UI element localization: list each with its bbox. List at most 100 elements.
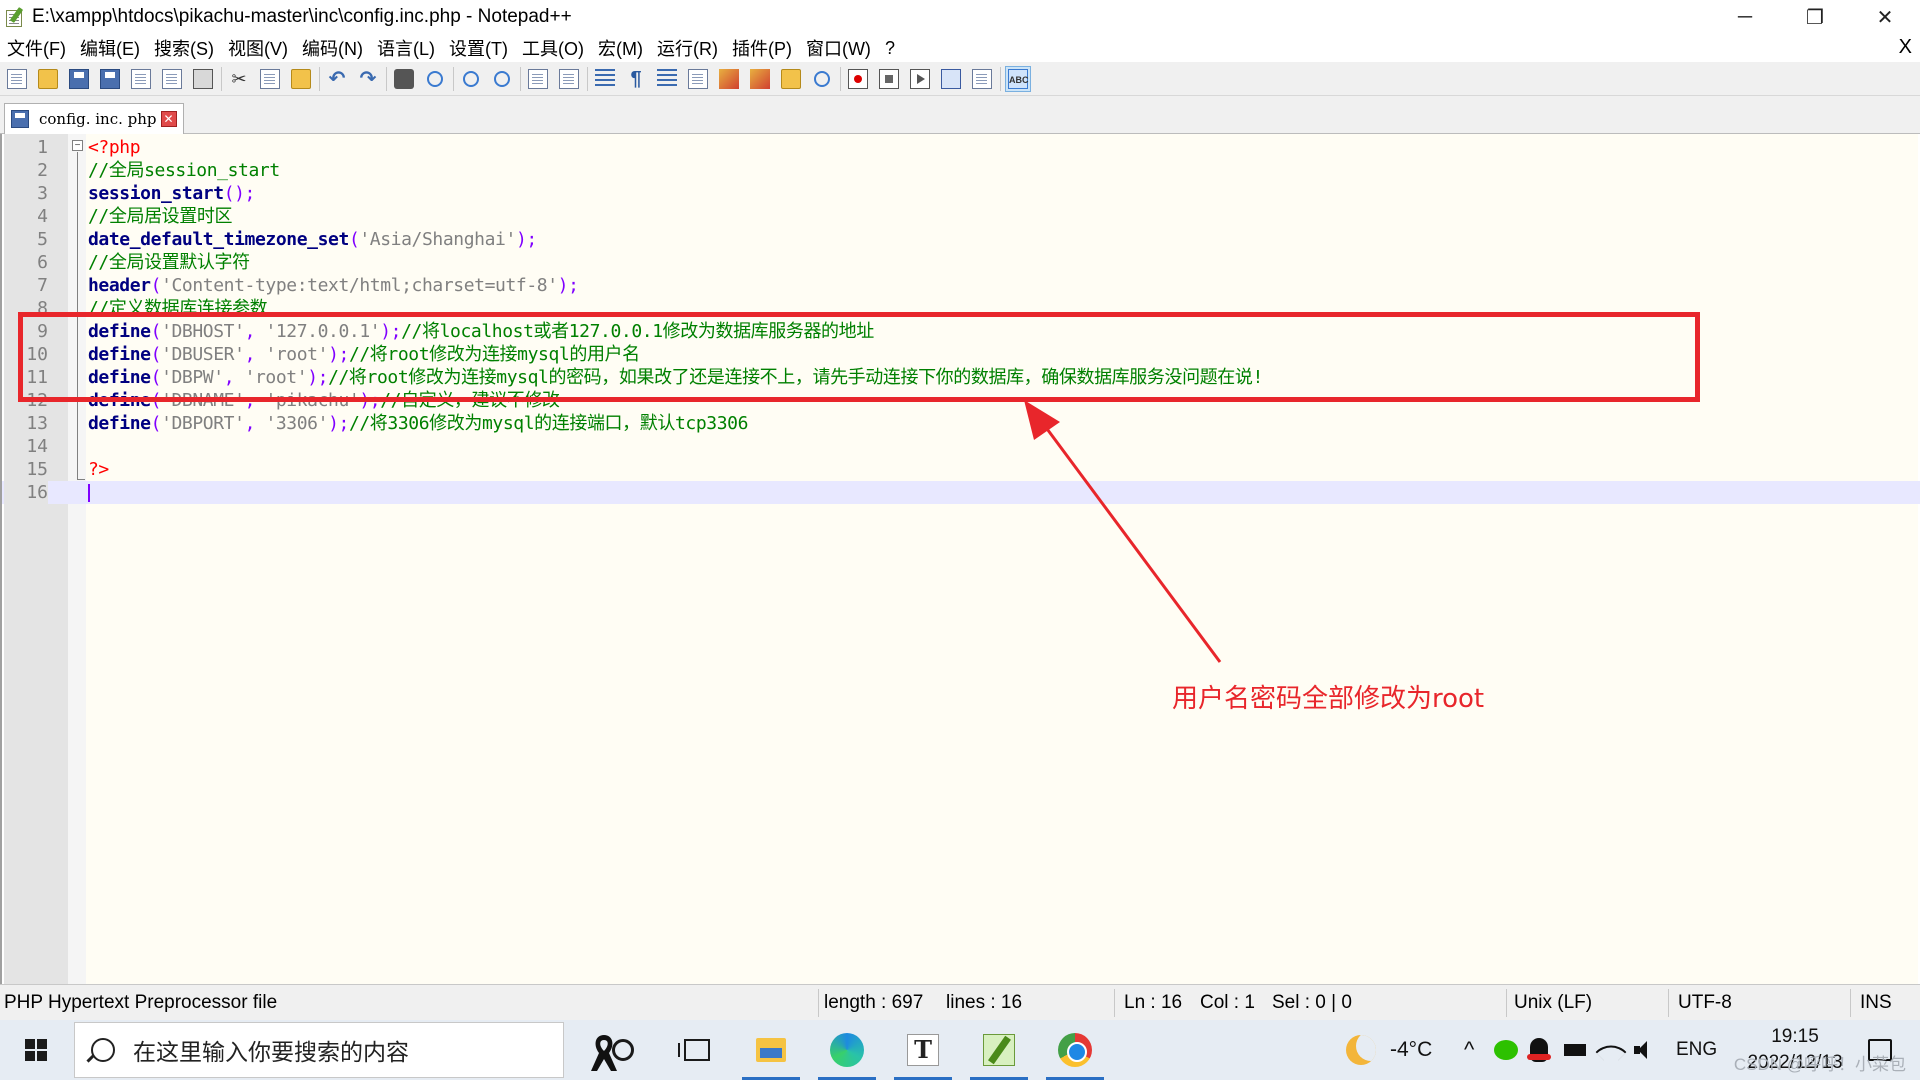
- paste-icon: [291, 68, 311, 89]
- menu-language[interactable]: 语言(L): [370, 35, 442, 61]
- menu-run[interactable]: 运行(R): [650, 35, 725, 61]
- zoom-out-button[interactable]: [489, 66, 515, 92]
- new-file-button[interactable]: [4, 66, 30, 92]
- edge-button[interactable]: [810, 1020, 884, 1080]
- folder-workspace-button[interactable]: [747, 66, 773, 92]
- wechat-tray-button[interactable]: [1494, 1020, 1518, 1080]
- code-text[interactable]: //全局设置默认字符: [88, 251, 250, 274]
- indent-guide-button[interactable]: [654, 66, 680, 92]
- tray-overflow-chevron-icon[interactable]: ^: [1464, 1020, 1474, 1080]
- close-window-button[interactable]: ✕: [1850, 0, 1920, 34]
- code-token: ,: [244, 413, 266, 434]
- menu-search[interactable]: 搜索(S): [147, 35, 221, 61]
- notepadpp-button[interactable]: [962, 1020, 1036, 1080]
- notepadpp-icon: [983, 1034, 1015, 1066]
- show-all-chars-button[interactable]: ¶: [623, 66, 649, 92]
- code-text[interactable]: //全局session_start: [88, 159, 280, 182]
- spell-check-button[interactable]: ABC: [1005, 65, 1031, 92]
- minimize-button[interactable]: ─: [1710, 0, 1780, 34]
- taskbar-search-box[interactable]: 在这里输入你要搜索的内容: [74, 1022, 617, 1078]
- code-text[interactable]: session_start();: [88, 182, 255, 205]
- tab-close-button[interactable]: ✕: [160, 111, 177, 127]
- play-macro-button[interactable]: [907, 66, 933, 92]
- code-line[interactable]: 5 date_default_timezone_set('Asia/Shangha…: [2, 228, 1920, 251]
- menu-window[interactable]: 窗口(W): [799, 35, 878, 61]
- code-line[interactable]: 2 //全局session_start: [2, 159, 1920, 182]
- code-line[interactable]: 3 session_start();: [2, 182, 1920, 205]
- wifi-button[interactable]: [1600, 1020, 1622, 1080]
- cortana-button[interactable]: [586, 1020, 660, 1080]
- sync-horizontal-button[interactable]: [556, 66, 582, 92]
- start-button[interactable]: [0, 1020, 72, 1080]
- menu-edit[interactable]: 编辑(E): [73, 35, 147, 61]
- menu-file[interactable]: 文件(F): [0, 35, 73, 61]
- code-line[interactable]: 1 <?php: [2, 136, 1920, 159]
- battery-button[interactable]: [1564, 1020, 1586, 1080]
- close-document-button[interactable]: X: [1899, 36, 1912, 59]
- sync-vertical-button[interactable]: [525, 66, 551, 92]
- find-button[interactable]: [391, 66, 417, 92]
- tab-config-inc-php[interactable]: config. inc. php ✕: [4, 103, 184, 134]
- menu-view[interactable]: 视图(V): [221, 35, 295, 61]
- save-all-button[interactable]: [97, 66, 123, 92]
- monitor-button[interactable]: [809, 66, 835, 92]
- undo-button[interactable]: ↶: [324, 66, 350, 92]
- record-macro-button[interactable]: [845, 66, 871, 92]
- input-language[interactable]: ENG: [1676, 1020, 1717, 1080]
- save-macro-button[interactable]: [969, 66, 995, 92]
- code-line[interactable]: 15 ?>: [2, 458, 1920, 481]
- status-eol[interactable]: Unix (LF): [1514, 992, 1592, 1014]
- code-text[interactable]: header('Content-type:text/html;charset=u…: [88, 274, 579, 297]
- code-line[interactable]: 16: [2, 481, 1920, 504]
- restore-button[interactable]: ❐: [1780, 0, 1850, 34]
- window-controls: ─ ❐ ✕: [1710, 0, 1920, 34]
- status-encoding[interactable]: UTF-8: [1678, 992, 1732, 1014]
- stop-macro-button[interactable]: [876, 66, 902, 92]
- code-text[interactable]: <?php: [88, 136, 141, 159]
- folder-as-workspace-button[interactable]: [778, 66, 804, 92]
- menu-tools[interactable]: 工具(O): [515, 35, 591, 61]
- spell-check-icon: ABC: [1008, 68, 1029, 89]
- run-macro-multiple-button[interactable]: [938, 66, 964, 92]
- menu-encoding[interactable]: 编码(N): [295, 35, 370, 61]
- task-view-button[interactable]: [660, 1020, 734, 1080]
- code-text[interactable]: //全局居设置时区: [88, 205, 232, 228]
- doc-map-button[interactable]: [685, 66, 711, 92]
- redo-button[interactable]: ↷: [355, 66, 381, 92]
- weather-widget[interactable]: -4°C: [1346, 1020, 1432, 1080]
- cut-button[interactable]: ✂: [226, 66, 252, 92]
- status-sel: Sel : 0 | 0: [1272, 992, 1352, 1013]
- menu-settings[interactable]: 设置(T): [442, 35, 515, 61]
- typora-button[interactable]: T: [886, 1020, 960, 1080]
- system-tray: -4°C ^ ENG 19:15 2022/12/13 CSDN @呼呼！小菜包: [1320, 1020, 1920, 1080]
- code-line[interactable]: 14: [2, 435, 1920, 458]
- menu-macro[interactable]: 宏(M): [591, 35, 650, 61]
- annotation-arrow: [1024, 400, 1222, 663]
- close-all-button[interactable]: [159, 66, 185, 92]
- zoom-in-button[interactable]: [458, 66, 484, 92]
- code-line[interactable]: 13 define('DBPORT', '3306');//将3306修改为mys…: [2, 412, 1920, 435]
- menu-help[interactable]: ?: [878, 38, 902, 59]
- copy-button[interactable]: [257, 66, 283, 92]
- word-wrap-button[interactable]: [592, 66, 618, 92]
- qq-tray-button[interactable]: [1527, 1020, 1551, 1080]
- volume-button[interactable]: [1634, 1020, 1656, 1080]
- open-file-button[interactable]: [35, 66, 61, 92]
- print-button[interactable]: [190, 66, 216, 92]
- chrome-button[interactable]: [1038, 1020, 1112, 1080]
- code-line[interactable]: 6 //全局设置默认字符: [2, 251, 1920, 274]
- function-list-button[interactable]: [716, 66, 742, 92]
- file-explorer-button[interactable]: [734, 1020, 808, 1080]
- status-insert-mode[interactable]: INS: [1860, 992, 1892, 1014]
- replace-button[interactable]: [422, 66, 448, 92]
- code-text[interactable]: define('DBPORT', '3306');//将3306修改为mysql…: [88, 412, 748, 435]
- save-button[interactable]: [66, 66, 92, 92]
- code-line[interactable]: 7 header('Content-type:text/html;charset=…: [2, 274, 1920, 297]
- menu-plugins[interactable]: 插件(P): [725, 35, 799, 61]
- code-text[interactable]: date_default_timezone_set('Asia/Shanghai…: [88, 228, 537, 251]
- paste-button[interactable]: [288, 66, 314, 92]
- close-button[interactable]: [128, 66, 154, 92]
- code-line[interactable]: 4 //全局居设置时区: [2, 205, 1920, 228]
- editor-area[interactable]: − 1 <?php 2//全局session_start 3 session_start…: [0, 134, 1920, 984]
- code-text[interactable]: ?>: [88, 458, 109, 481]
